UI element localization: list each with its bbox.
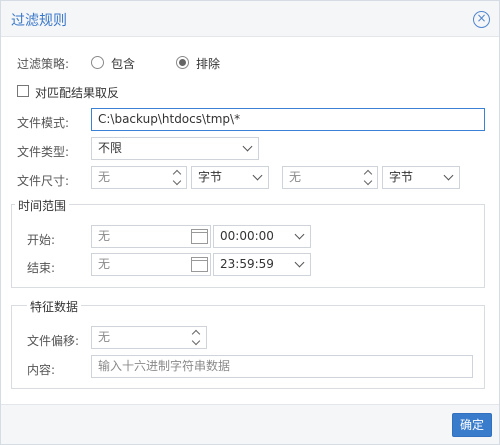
radio-exclude-label: 排除: [196, 57, 221, 71]
file-size-min-unit-select[interactable]: 字节: [191, 166, 269, 189]
calendar-icon[interactable]: [191, 229, 208, 244]
chevron-down-icon: [443, 170, 454, 181]
dialog-title: 过滤规则: [11, 13, 67, 29]
ok-button[interactable]: 确定: [452, 413, 492, 437]
file-size-min-unit: 字节: [198, 170, 223, 184]
offset-label: 文件偏移:: [27, 334, 80, 348]
invert-checkbox[interactable]: [17, 85, 29, 97]
end-date-value: 无: [98, 257, 111, 271]
offset-input[interactable]: 无: [91, 326, 207, 349]
start-label: 开始:: [27, 233, 56, 247]
content-label: 内容:: [27, 363, 56, 377]
offset-value: 无: [98, 330, 111, 344]
radio-include[interactable]: [91, 56, 104, 69]
file-size-min-value: 无: [98, 170, 111, 184]
close-icon[interactable]: ×: [473, 11, 490, 28]
invert-checkbox-label: 对匹配结果取反: [35, 86, 120, 100]
filter-rule-dialog: 过滤规则 × 过滤策略: 包含 排除 对匹配结果取反 文件模式: C:\back…: [0, 0, 500, 445]
start-date-input[interactable]: 无: [91, 225, 211, 248]
file-size-max-input[interactable]: 无: [282, 166, 378, 189]
end-label: 结束:: [27, 261, 56, 275]
strategy-label: 过滤策略:: [17, 57, 70, 71]
signature-legend: 特征数据: [27, 298, 82, 315]
start-time-value: 00:00:00: [220, 229, 274, 243]
dialog-footer: 确定: [1, 404, 499, 444]
file-size-label: 文件尺寸:: [17, 174, 70, 188]
spin-down-icon[interactable]: [191, 336, 201, 346]
file-size-max-value: 无: [289, 170, 302, 184]
spin-down-icon[interactable]: [363, 176, 373, 186]
end-time-select[interactable]: 23:59:59: [213, 253, 311, 276]
file-type-value: 不限: [98, 141, 123, 155]
file-pattern-label: 文件模式:: [17, 116, 70, 130]
file-type-select[interactable]: 不限: [91, 137, 259, 160]
end-time-value: 23:59:59: [220, 257, 274, 271]
dialog-titlebar: 过滤规则 ×: [1, 1, 499, 37]
chevron-down-icon: [294, 257, 305, 268]
file-size-min-input[interactable]: 无: [91, 166, 187, 189]
start-time-select[interactable]: 00:00:00: [213, 225, 311, 248]
chevron-down-icon: [294, 229, 305, 240]
end-date-input[interactable]: 无: [91, 253, 211, 276]
file-size-max-unit-select[interactable]: 字节: [382, 166, 460, 189]
chevron-down-icon: [252, 170, 263, 181]
radio-exclude[interactable]: [176, 56, 189, 69]
file-size-max-unit: 字节: [389, 170, 414, 184]
file-pattern-input[interactable]: C:\backup\htdocs\tmp\*: [91, 108, 485, 131]
start-date-value: 无: [98, 229, 111, 243]
calendar-icon[interactable]: [191, 257, 208, 272]
content-input[interactable]: 输入十六进制字符串数据: [91, 355, 473, 378]
spin-down-icon[interactable]: [172, 176, 182, 186]
file-type-label: 文件类型:: [17, 145, 70, 159]
radio-include-label: 包含: [111, 57, 136, 71]
chevron-down-icon: [242, 141, 253, 152]
time-range-legend: 时间范围: [15, 197, 70, 214]
